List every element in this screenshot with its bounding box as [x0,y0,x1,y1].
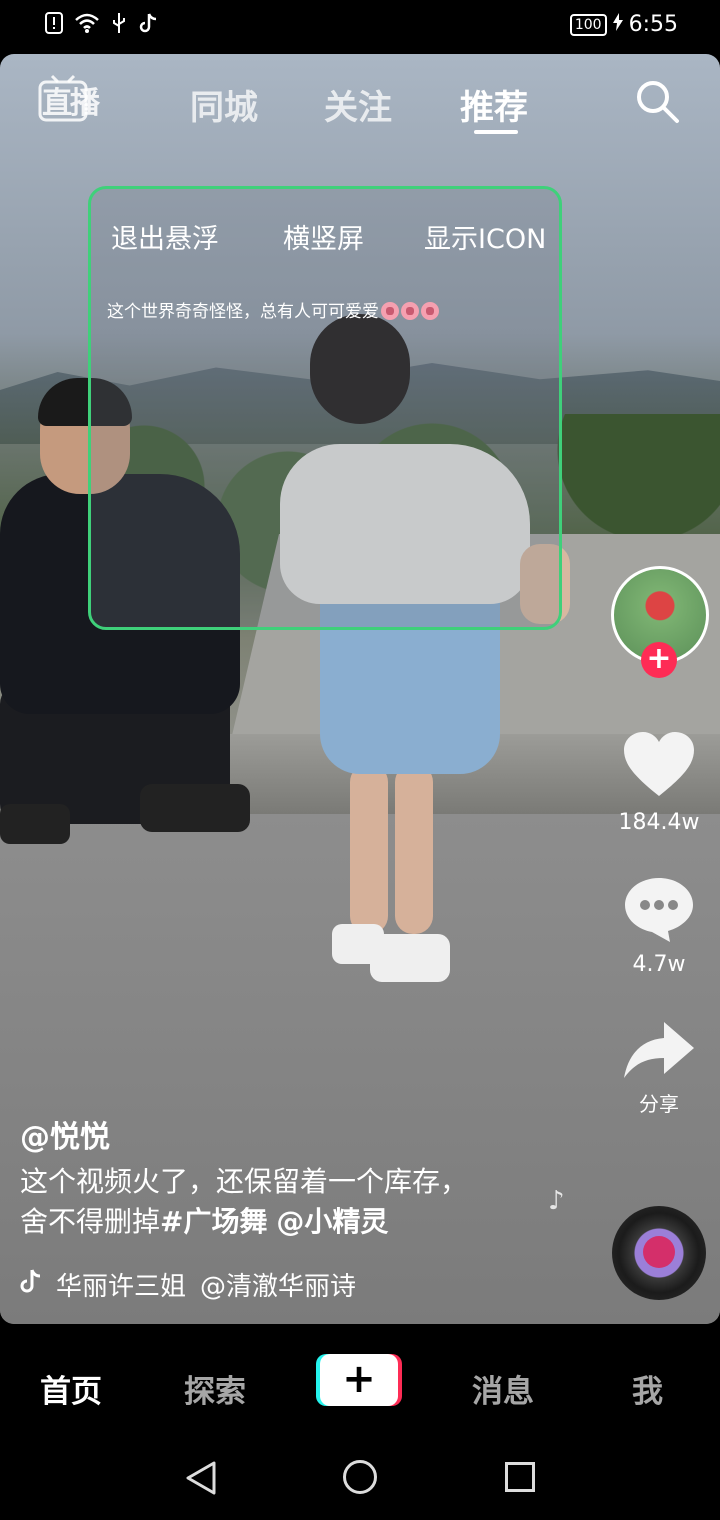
nav-me[interactable]: 我 [632,1366,663,1411]
back-icon[interactable] [184,1460,218,1496]
status-icons-right: 100 6:55 [569,12,678,37]
tab-for-you[interactable]: 推荐 [460,80,528,129]
system-nav [0,1440,720,1520]
recent-apps-icon[interactable] [505,1462,535,1492]
music-info[interactable]: 华丽许三姐 @清澈华丽诗 [20,1266,356,1303]
comment-count: 4.7w [632,952,686,977]
charging-icon [612,12,623,37]
alert-icon [44,12,64,34]
music-disc-cover [643,1236,675,1268]
status-icons-left [44,12,158,34]
search-icon[interactable] [634,78,680,124]
orientation-toggle-button[interactable]: 横竖屏 [283,217,364,256]
hashtag-link[interactable]: #广场舞 [160,1205,267,1238]
music-title: 华丽许三姐 [56,1272,187,1302]
author-name[interactable]: @悦悦 [20,1112,110,1156]
clock: 6:55 [628,12,678,37]
create-video-button[interactable]: + [320,1354,398,1406]
float-caption-text: 这个世界奇奇怪怪，总有人可可爱爱 [107,302,379,322]
show-icon-button[interactable]: 显示ICON [424,217,546,256]
share-label: 分享 [639,1092,679,1116]
description-text: 舍不得删掉 [20,1205,161,1238]
home-icon[interactable] [343,1460,377,1494]
follow-plus-button[interactable]: + [641,642,677,678]
bottom-nav: 首页 探索 + 消息 我 [0,1324,720,1440]
share-arrow-icon[interactable] [622,1020,696,1084]
comment-icon[interactable] [622,874,696,944]
battery-indicator: 100 [569,13,607,36]
top-nav: 直播 同城 关注 推荐 [0,54,720,154]
heart-icon[interactable] [622,730,696,800]
status-bar: 100 6:55 [0,0,720,54]
pig-emoji-icon [381,302,399,320]
nav-messages[interactable]: 消息 [472,1366,534,1411]
nav-home[interactable]: 首页 [40,1366,102,1411]
like-count: 184.4w [618,810,700,835]
tiktok-status-icon [138,12,158,34]
nav-explore[interactable]: 探索 [184,1366,246,1411]
video-description: 这个视频火了，还保留着一个库存， 舍不得删掉#广场舞 @小精灵 [20,1162,560,1242]
mention-link[interactable]: @小精灵 [276,1205,388,1238]
tab-following[interactable]: 关注 [324,80,392,129]
description-line-2: 舍不得删掉#广场舞 @小精灵 [20,1202,560,1242]
pig-emoji-icon [401,302,419,320]
live-label[interactable]: 直播 [42,78,100,122]
active-tab-indicator [474,130,518,134]
music-note-icon [20,1268,42,1301]
floating-panel[interactable]: 退出悬浮 横竖屏 显示ICON 这个世界奇奇怪怪，总有人可可爱爱 [88,186,562,630]
float-caption: 这个世界奇奇怪怪，总有人可可爱爱 [107,297,439,322]
pig-emoji-icon [421,302,439,320]
usb-icon [110,12,128,34]
music-author: @清澈华丽诗 [200,1272,357,1302]
exit-float-button[interactable]: 退出悬浮 [111,217,219,256]
wifi-icon [74,12,100,34]
description-line-1: 这个视频火了，还保留着一个库存， [20,1165,469,1198]
tab-nearby[interactable]: 同城 [190,80,258,129]
floating-note-icon: ♪ [548,1186,565,1216]
